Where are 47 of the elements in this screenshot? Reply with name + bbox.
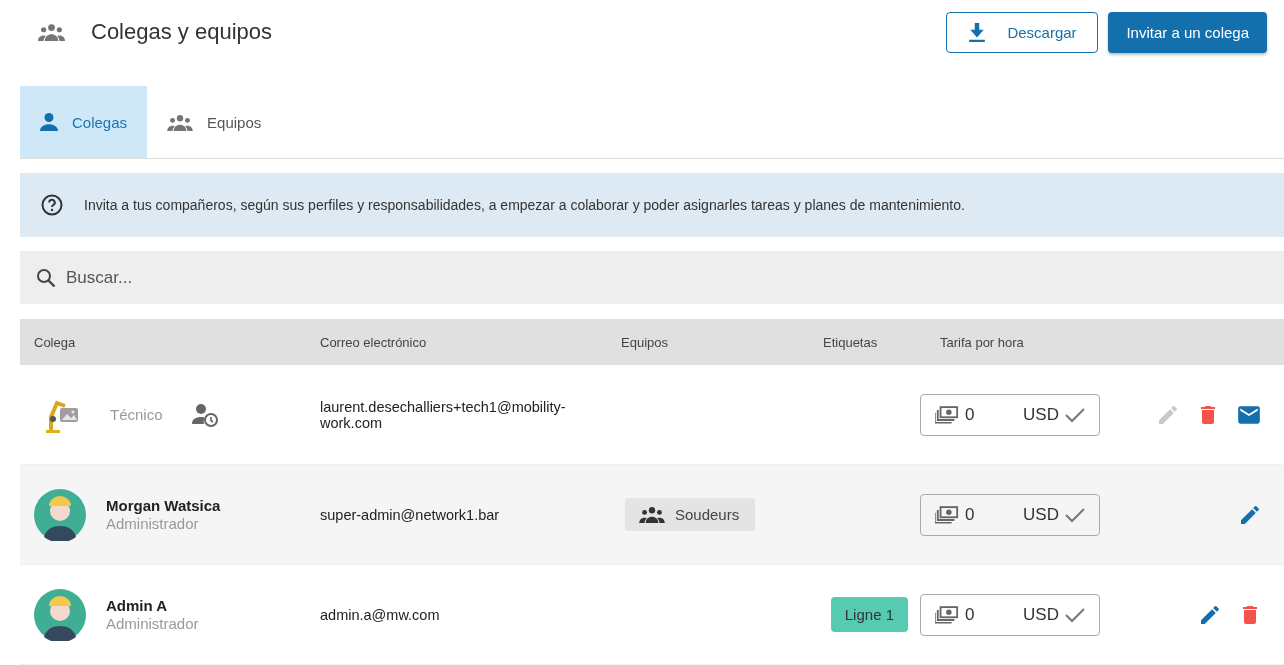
download-button[interactable]: Descargar <box>946 11 1099 53</box>
page-title: Colegas y equipos <box>91 19 273 45</box>
tab[interactable]: Equipos <box>147 86 282 158</box>
column-header: Correo electrónico <box>320 334 428 350</box>
rate-field[interactable]: 0 USD <box>920 493 1100 536</box>
rate-field[interactable]: 0 USD <box>920 593 1100 636</box>
money-icon <box>935 505 959 524</box>
check-icon <box>1065 406 1085 423</box>
check-icon <box>1065 606 1085 623</box>
tag: Ligne 1 <box>830 597 908 632</box>
avatar-icon <box>34 588 86 641</box>
colleague-role: Técnico <box>110 406 164 423</box>
email-text: laurent.desechalliers+tech1@mobility-work.com <box>320 398 567 431</box>
colleague-name: Admin A <box>106 597 169 614</box>
currency-text: USD <box>1023 504 1059 525</box>
group-icon <box>639 506 665 523</box>
currency-text: USD <box>1023 604 1059 625</box>
info-text: Invita a tus compañeros, según sus perfiles y responsabilidades, a empezar a colaborar y poder asignarles tareas y planes de mantenimiento. <box>84 197 965 213</box>
tab[interactable]: Colegas <box>20 86 148 158</box>
colleague-role: Administrador <box>106 515 200 532</box>
avatar-icon <box>34 488 86 541</box>
person-icon <box>40 113 58 131</box>
search-input[interactable]: Buscar... <box>64 266 1284 289</box>
search-field[interactable]: Buscar... <box>20 251 1284 304</box>
colleague-role: Administrador <box>106 615 199 632</box>
column-header: Colega <box>33 334 77 350</box>
group-icon <box>38 23 65 41</box>
currency-text: USD <box>1023 404 1059 425</box>
team-name: Soudeurs <box>675 506 740 523</box>
search-icon <box>36 267 56 288</box>
money-icon <box>935 605 959 624</box>
rate-field[interactable]: 0 USD <box>920 393 1100 436</box>
money-icon <box>935 405 959 424</box>
email-text: admin.a@mw.com <box>320 606 441 623</box>
group-icon <box>167 113 194 131</box>
rate-value: 0 <box>965 404 976 425</box>
help-icon <box>40 193 64 217</box>
check-icon <box>1065 506 1085 523</box>
invite-button[interactable]: Invitar a un colega <box>1108 11 1267 53</box>
column-header: Etiquetas <box>823 334 879 350</box>
colleague-name: Morgan Watsica <box>106 497 221 514</box>
column-header: Tarifa por hora <box>940 334 1025 350</box>
email-text: super-admin@network1.bar <box>320 506 501 523</box>
rate-value: 0 <box>965 504 976 525</box>
rate-value: 0 <box>965 604 976 625</box>
download-icon <box>969 22 986 42</box>
column-header: Equipos <box>621 334 669 350</box>
